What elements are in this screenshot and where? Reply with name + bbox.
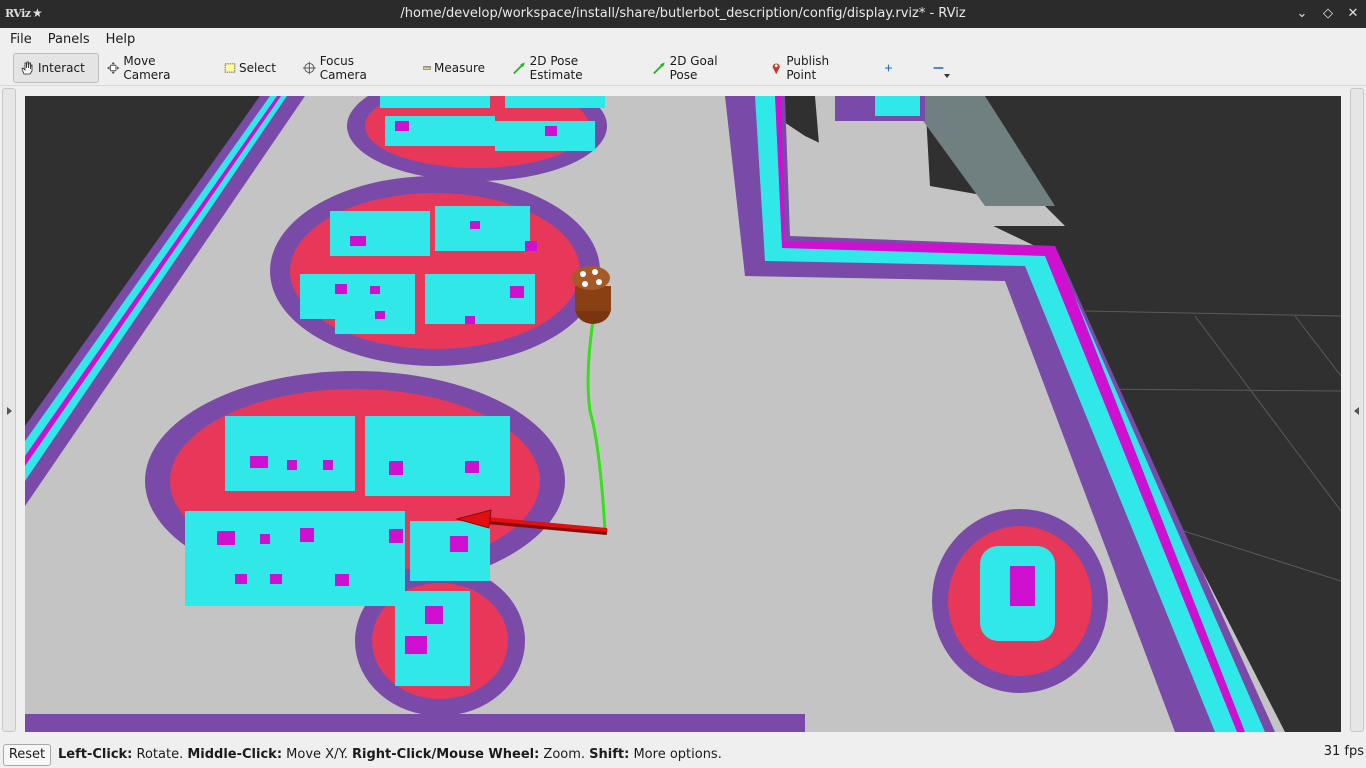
map-pin-icon [772, 63, 780, 75]
right-dock-toggle[interactable] [1350, 88, 1364, 732]
menu-file[interactable]: File [0, 32, 38, 47]
hand-icon [21, 61, 33, 75]
tool-bar: Interact Move Camera Select Focus Camera… [0, 50, 1366, 86]
tool-move-camera[interactable]: Move Camera [100, 53, 204, 83]
hint-text: More options. [629, 747, 722, 762]
status-bar: Reset Left-Click: Rotate. Middle-Click: … [0, 742, 1366, 768]
fps-counter: 31 fps [1323, 744, 1364, 759]
ruler-icon [423, 66, 431, 70]
move-camera-icon [106, 61, 120, 75]
left-dock-toggle[interactable] [2, 88, 16, 732]
add-tool-button[interactable] [878, 53, 902, 83]
hint-key: Left-Click: [58, 747, 133, 762]
tool-select[interactable]: Select [218, 53, 282, 83]
tool-2d-goal-pose[interactable]: 2D Goal Pose [646, 53, 748, 83]
close-icon[interactable]: ✕ [1343, 4, 1363, 24]
obstacle-cluster-middle [270, 176, 600, 366]
obstacle-island-right [932, 509, 1108, 693]
bottom-wall [25, 714, 805, 732]
hint-key: Middle-Click: [187, 747, 283, 762]
title-bar: RViz ★ /home/develop/workspace/install/s… [0, 0, 1366, 28]
menu-help[interactable]: Help [96, 32, 142, 47]
dropdown-arrow-icon [944, 74, 950, 78]
maximize-icon[interactable]: ◇ [1318, 4, 1338, 24]
render-viewport[interactable] [25, 96, 1341, 732]
tool-label: 2D Goal Pose [669, 54, 718, 82]
tool-focus-camera[interactable]: Focus Camera [296, 53, 404, 83]
menu-bar: File Panels Help [0, 28, 1366, 50]
tool-label: 2D Pose Estimate [529, 54, 583, 82]
focus-target-icon [302, 61, 316, 75]
reset-button[interactable]: Reset [3, 744, 51, 766]
tool-label: Publish Point [786, 54, 830, 82]
tool-publish-point[interactable]: Publish Point [763, 53, 861, 83]
tool-label: Measure [434, 61, 485, 75]
tool-label: Move Camera [123, 54, 171, 82]
hint-text: Rotate. [132, 747, 188, 762]
hint-text: Move X/Y. [282, 747, 353, 762]
expand-left-icon [1354, 407, 1359, 415]
tool-label: Select [238, 61, 276, 75]
remove-tool-button[interactable] [926, 53, 954, 83]
menu-panels[interactable]: Panels [38, 32, 96, 47]
green-arrow-icon [653, 62, 665, 75]
plus-icon [885, 64, 892, 72]
hint-key: Right-Click/Mouse Wheel: [352, 747, 540, 762]
map-scene[interactable] [25, 96, 1341, 732]
hint-text: Zoom. [539, 747, 590, 762]
window-title: /home/develop/workspace/install/share/bu… [400, 6, 966, 21]
select-box-icon [224, 63, 236, 73]
expand-right-icon [7, 407, 12, 415]
tool-2d-pose-estimate[interactable]: 2D Pose Estimate [506, 53, 632, 83]
tool-measure[interactable]: Measure [417, 53, 491, 83]
tool-label: Interact [38, 61, 85, 75]
hint-key: Shift: [589, 747, 630, 762]
tool-label: Focus Camera [319, 54, 367, 82]
mouse-hint: Left-Click: Rotate. Middle-Click: Move X… [58, 747, 722, 762]
green-arrow-icon [513, 62, 525, 75]
minimize-icon[interactable]: ⌄ [1292, 4, 1312, 24]
tool-interact[interactable]: Interact [13, 53, 99, 83]
robot-model [572, 266, 611, 324]
